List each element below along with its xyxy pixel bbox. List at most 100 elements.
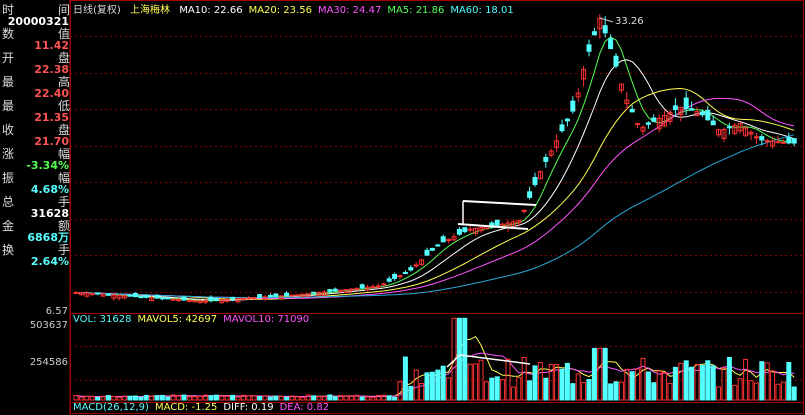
- volume-bar-1: [78, 396, 84, 401]
- volume-bar-11: [132, 395, 138, 401]
- volume-bar-46: [321, 396, 327, 401]
- volume-bar-72: [462, 317, 468, 401]
- candle-body-63: [413, 264, 419, 267]
- volume-bar-67: [435, 369, 441, 401]
- candle-body-52: [354, 287, 360, 290]
- volume-bar-130: [775, 383, 781, 401]
- volume-bar-68: [440, 365, 446, 401]
- volume-bar-115: [694, 363, 700, 401]
- volume-bar-61: [402, 356, 408, 401]
- volume-bar-41: [294, 396, 300, 401]
- price_legend-item-0: MA10: 22.66: [179, 5, 243, 16]
- volume-bar-93: [575, 373, 581, 401]
- candle-body-29: [230, 296, 236, 300]
- candle-body-83: [521, 209, 527, 212]
- candle-body-3: [89, 293, 95, 296]
- candle-body-84: [527, 191, 533, 198]
- volume-bar-123: [737, 378, 743, 401]
- candle-body-57: [381, 283, 387, 286]
- volume-bar-105: [640, 357, 646, 401]
- volume-bar-27: [219, 395, 225, 401]
- macd_legend-item-3: DEA: 0.82: [279, 402, 330, 413]
- candle-body-62: [408, 267, 414, 271]
- volume-bar-47: [327, 394, 333, 401]
- volume-bar-125: [748, 380, 754, 401]
- volume-bar-45: [316, 396, 322, 401]
- volume-bar-42: [300, 396, 306, 401]
- candle-body-131: [780, 141, 786, 144]
- volume-bar-126: [753, 382, 759, 401]
- macd_legend-item-1: MACD: -1.25: [154, 402, 218, 413]
- candle-body-44: [311, 291, 317, 294]
- candle-body-67: [435, 244, 441, 247]
- volume-bar-21: [186, 396, 192, 401]
- volume-bar-37: [273, 395, 279, 401]
- volume-bar-71: [456, 317, 462, 401]
- candle-body-113: [683, 97, 689, 110]
- candle-body-100: [613, 55, 619, 67]
- volume-bar-85: [532, 365, 538, 401]
- volume-legend: VOL: 31628 MAVOL5: 42697 MAVOL10: 71090: [73, 315, 309, 325]
- candle-body-95: [586, 44, 592, 52]
- volume-bar-26: [213, 394, 219, 401]
- candle-body-20: [181, 296, 187, 301]
- volume-bar-48: [332, 396, 338, 401]
- volume-bar-7: [111, 396, 117, 401]
- volume-bar-132: [786, 362, 792, 401]
- candle-body-132: [786, 137, 792, 144]
- volume-bar-94: [581, 382, 587, 401]
- volume-bar-101: [618, 381, 624, 401]
- candle-body-127: [759, 136, 765, 141]
- chart-grid: [69, 0, 804, 415]
- candle-body-36: [267, 294, 273, 298]
- candle-body-32: [246, 297, 252, 300]
- volume-bar-22: [192, 396, 198, 401]
- candle-body-68: [440, 236, 446, 243]
- candle-body-65: [424, 249, 430, 256]
- price-axis-min-label: 6.57: [45, 306, 68, 317]
- price_legend-item-4: MA60: 18.01: [450, 5, 514, 16]
- candle-body-34: [257, 294, 263, 298]
- candle-body-19: [176, 299, 182, 302]
- volume-bar-113: [683, 360, 689, 401]
- volume-bar-131: [780, 381, 786, 401]
- chart-border: [70, 0, 804, 414]
- volume-bar-121: [726, 356, 732, 401]
- volume-bar-80: [505, 358, 511, 401]
- stock-name: 上海梅林: [130, 5, 170, 16]
- volume-bars[interactable]: [73, 317, 797, 401]
- candle-body-37: [273, 293, 279, 297]
- candle-body-73: [467, 228, 473, 231]
- volume-mark-2: [459, 354, 531, 365]
- price-legend: 日线(复权) 上海梅林 MA10: 22.66 MA20: 23.56 MA30: …: [73, 6, 514, 16]
- volume-bar-58: [386, 395, 392, 401]
- volume-bar-128: [764, 362, 770, 401]
- volume-bar-112: [678, 362, 684, 401]
- volume-bar-3: [89, 396, 95, 401]
- ma60-line: [75, 134, 795, 298]
- volume-bar-44: [311, 395, 317, 401]
- candle-body-116: [699, 111, 705, 116]
- volume-axis-max-label: 503637: [29, 320, 68, 331]
- chart-canvas[interactable]: [0, 0, 805, 415]
- candle-body-90: [559, 124, 565, 132]
- volume-bar-4: [95, 396, 101, 401]
- candle-body-17: [165, 297, 171, 300]
- volume-bar-15: [154, 395, 160, 401]
- volume-bar-32: [246, 395, 252, 401]
- volume-bar-10: [127, 395, 133, 401]
- candle-body-104: [635, 123, 641, 126]
- price-legend-items: MA10: 22.66 MA20: 23.56 MA30: 24.47 MA5: 21…: [173, 5, 514, 16]
- volume-bar-108: [656, 370, 662, 401]
- candle-body-99: [608, 38, 614, 49]
- macd_legend-item-2: DIFF: 0.19: [223, 402, 274, 413]
- candle-body-16: [159, 297, 165, 300]
- volume-bar-25: [208, 395, 214, 401]
- candle-body-0: [73, 291, 79, 294]
- price-peak-label: 33.26: [615, 16, 644, 27]
- candle-body-128: [764, 140, 770, 143]
- volume-bar-39: [284, 396, 290, 401]
- volume-bar-34: [257, 396, 263, 401]
- candlesticks[interactable]: [73, 14, 797, 305]
- volume-bar-81: [510, 386, 516, 401]
